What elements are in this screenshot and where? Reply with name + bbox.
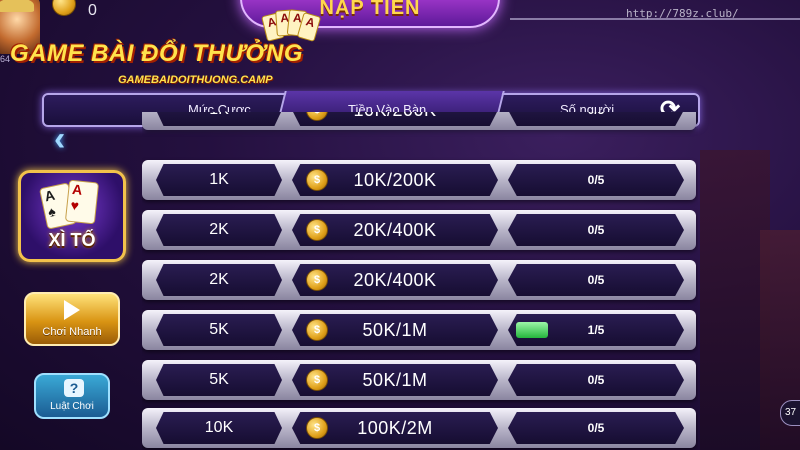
entry-value: 10K/200K bbox=[353, 169, 437, 190]
players-value: 0/5 bbox=[587, 373, 605, 387]
watermark-title: GAME BÀI ĐỔI THƯỞNG bbox=[10, 40, 303, 67]
bet-value: 10K bbox=[204, 419, 234, 436]
entry-value: 50K/1M bbox=[362, 369, 428, 390]
entry-cell: $10K/200K bbox=[292, 112, 498, 126]
players-cell: 0/5 bbox=[508, 364, 684, 396]
entry-value: 10K/200K bbox=[353, 112, 436, 121]
entry-value: 20K/400K bbox=[353, 269, 437, 290]
heart-card-icon: A ♥ bbox=[64, 179, 100, 225]
coin-icon: $ bbox=[306, 319, 328, 341]
quick-play-button[interactable]: Chơi Nhanh bbox=[24, 292, 120, 346]
bet-cell: 2K bbox=[156, 214, 282, 246]
table-row[interactable]: 5K $50K/1M 1/5 bbox=[142, 310, 696, 350]
deposit-label: NẠP TIỀN bbox=[319, 0, 421, 19]
table-row[interactable]: 10K $100K/2M 0/5 bbox=[142, 408, 696, 448]
table-row[interactable]: 1K $10K/200K 0/5 bbox=[142, 160, 696, 200]
quick-play-label: Chơi Nhanh bbox=[42, 326, 102, 338]
game-tile-xi-to: A ♠ A ♥ XÌ TỐ bbox=[18, 170, 126, 262]
players-cell: 0/5 bbox=[508, 412, 684, 444]
table-list: 1K $10K/200K 0/5 1K $10K/200K 0/5 2K $20K/400K 0… bbox=[142, 112, 698, 450]
entry-cell: $50K/1M bbox=[292, 364, 498, 396]
players-value: 0/5 bbox=[588, 112, 605, 117]
coin-icon: $ bbox=[306, 417, 328, 439]
coin-icon: $ bbox=[306, 219, 328, 241]
table-row[interactable]: 2K $20K/400K 0/5 bbox=[142, 260, 696, 300]
occupancy-bar bbox=[516, 322, 548, 338]
play-icon bbox=[64, 300, 80, 320]
rules-label: Luật Chơi bbox=[50, 401, 94, 412]
bet-cell: 1K bbox=[156, 164, 282, 196]
players-value: 0/5 bbox=[587, 173, 605, 187]
entry-cell: $20K/400K bbox=[292, 264, 498, 296]
question-icon: ? bbox=[64, 379, 84, 397]
entry-value: 20K/400K bbox=[353, 219, 437, 240]
bet-value: 1K bbox=[209, 112, 229, 119]
entry-value: 50K/1M bbox=[362, 319, 428, 340]
players-cell: 0/5 bbox=[508, 214, 684, 246]
bet-cell: 1K bbox=[156, 112, 282, 126]
coin-icon: $ bbox=[306, 112, 328, 121]
bet-value: 1K bbox=[209, 171, 229, 188]
watermark-subtitle: GAMEBAIDOITHUONG.CAMP bbox=[118, 74, 273, 86]
players-value: 1/5 bbox=[587, 323, 605, 337]
bet-value: 5K bbox=[209, 371, 229, 388]
players-cell: 0/5 bbox=[508, 264, 684, 296]
players-cell: 1/5 bbox=[508, 314, 684, 346]
table-row[interactable]: 5K $50K/1M 0/5 bbox=[142, 360, 696, 400]
entry-value: 100K/2M bbox=[357, 417, 433, 438]
coin-icon: $ bbox=[306, 169, 328, 191]
entry-cell: $20K/400K bbox=[292, 214, 498, 246]
edge-number: 64 bbox=[0, 54, 11, 64]
entry-cell: $100K/2M bbox=[292, 412, 498, 444]
bet-value: 2K bbox=[209, 221, 229, 238]
bet-cell: 5K bbox=[156, 314, 282, 346]
right-edge-badge[interactable]: 37 bbox=[780, 400, 800, 426]
bet-value: 5K bbox=[209, 321, 229, 338]
bet-cell: 2K bbox=[156, 264, 282, 296]
table-row[interactable]: 1K $10K/200K 0/5 bbox=[142, 112, 696, 130]
entry-cell: $10K/200K bbox=[292, 164, 498, 196]
back-arrow-icon[interactable]: ‹ bbox=[54, 122, 65, 156]
bet-cell: 5K bbox=[156, 364, 282, 396]
entry-cell: $50K/1M bbox=[292, 314, 498, 346]
coin-balance: 0 bbox=[88, 2, 97, 19]
coin-icon: $ bbox=[306, 269, 328, 291]
players-value: 0/5 bbox=[587, 421, 605, 435]
rules-button[interactable]: ? Luật Chơi bbox=[34, 373, 110, 419]
game-name: XÌ TỐ bbox=[48, 230, 96, 250]
coin-icon bbox=[52, 0, 76, 16]
table-row[interactable]: 2K $20K/400K 0/5 bbox=[142, 210, 696, 250]
players-cell: 0/5 bbox=[508, 164, 684, 196]
players-cell: 0/5 bbox=[508, 112, 684, 126]
site-url: http://789z.club/ bbox=[626, 7, 739, 20]
bet-value: 2K bbox=[209, 271, 229, 288]
players-value: 0/5 bbox=[587, 273, 605, 287]
players-value: 0/5 bbox=[587, 223, 605, 237]
bet-cell: 10K bbox=[156, 412, 282, 444]
coin-icon: $ bbox=[306, 369, 328, 391]
